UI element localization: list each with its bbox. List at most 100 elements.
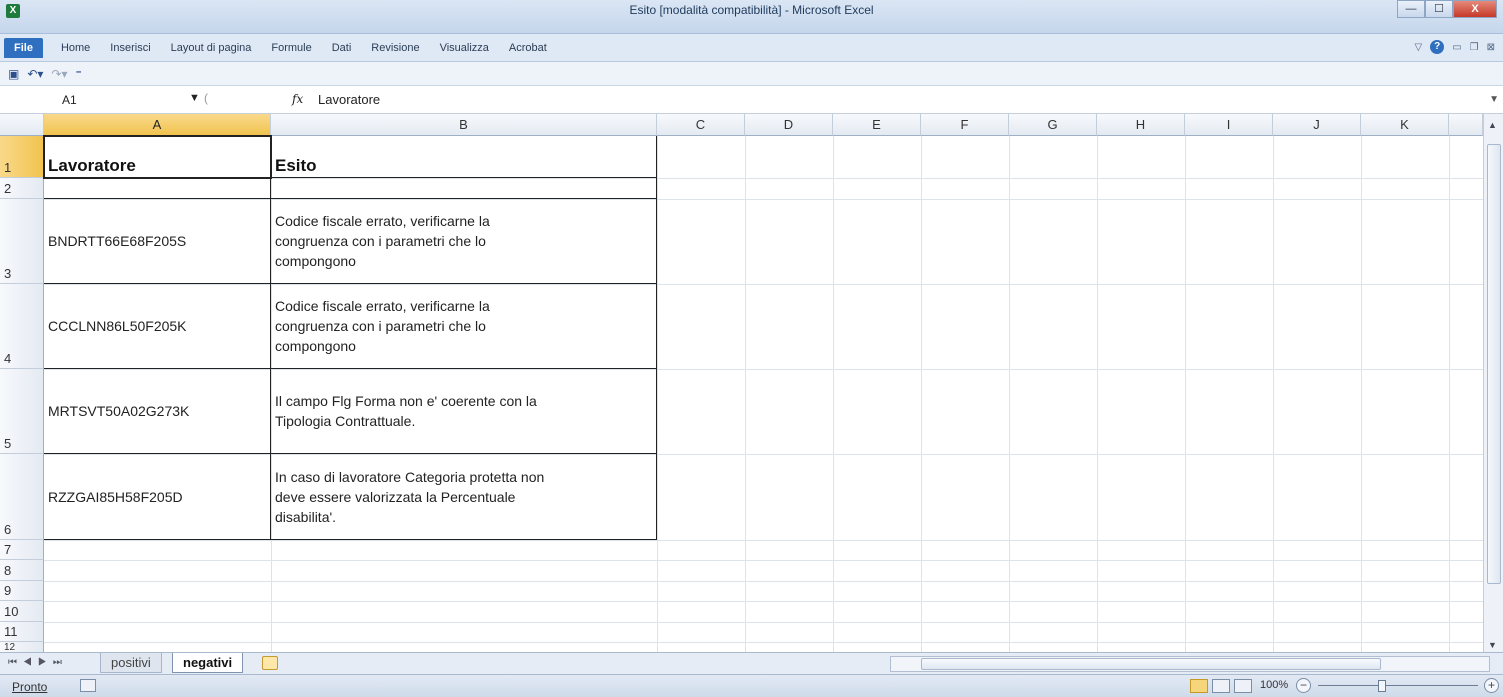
maximize-button[interactable]: ☐ [1425, 0, 1453, 18]
row-header-7[interactable]: 7 [0, 540, 44, 560]
divider-icon: ( [204, 91, 208, 105]
macro-record-icon[interactable] [80, 679, 96, 692]
quick-access-toolbar: ▣ ↶▾ ↷▾ ⁼ [0, 62, 1503, 86]
customize-icon[interactable]: ⁼ [76, 67, 82, 81]
cell-a2[interactable] [44, 178, 271, 199]
scrollbar-thumb[interactable] [1487, 144, 1501, 584]
row-header-4[interactable]: 4 [0, 284, 44, 369]
tab-acrobat[interactable]: Acrobat [499, 42, 557, 54]
tab-home[interactable]: Home [51, 42, 100, 54]
tab-dati[interactable]: Dati [322, 42, 362, 54]
zoom-out-icon[interactable]: − [1296, 678, 1311, 693]
insert-sheet-icon[interactable] [262, 656, 278, 670]
select-all-button[interactable] [0, 114, 44, 136]
column-header-k[interactable]: K [1361, 114, 1449, 136]
help-icon[interactable]: ? [1430, 40, 1445, 54]
cell-b2[interactable] [271, 178, 657, 199]
cell-outcome-message[interactable]: Codice fiscale errato, verificarne la co… [271, 199, 657, 284]
row-header-5[interactable]: 5 [0, 369, 44, 454]
row-header-3[interactable]: 3 [0, 199, 44, 284]
zoom-slider-track[interactable] [1318, 685, 1478, 686]
tab-inserisci[interactable]: Inserisci [100, 42, 160, 54]
tab-formule[interactable]: Formule [261, 42, 321, 54]
cell-worker-id[interactable]: MRTSVT50A02G273K [44, 369, 271, 454]
row-header-8[interactable]: 8 [0, 560, 44, 581]
cell-worker-id[interactable]: CCCLNN86L50F205K [44, 284, 271, 369]
column-header-d[interactable]: D [745, 114, 833, 136]
tab-file[interactable]: File [4, 37, 43, 58]
close-button[interactable]: X [1453, 0, 1497, 18]
cell-worker-id[interactable]: RZZGAI85H58F205D [44, 454, 271, 540]
column-header-e[interactable]: E [833, 114, 921, 136]
column-header-i[interactable]: I [1185, 114, 1273, 136]
cell-outcome-message[interactable]: Codice fiscale errato, verificarne la co… [271, 284, 657, 369]
cell-b1-header[interactable]: Esito [271, 136, 657, 178]
row-header-12[interactable]: 12 [0, 642, 44, 652]
gridline [1185, 136, 1186, 652]
column-header-a[interactable]: A [44, 114, 271, 136]
row-header-11[interactable]: 11 [0, 622, 44, 642]
gridline [1361, 136, 1362, 652]
vertical-scrollbar[interactable]: ▲ ▼ [1483, 114, 1503, 652]
gridline [44, 601, 1483, 602]
column-header-h[interactable]: H [1097, 114, 1185, 136]
gridline [1449, 136, 1450, 652]
sheet-tab-negativi[interactable]: negativi [172, 653, 244, 673]
gridline [833, 136, 834, 652]
row-header-10[interactable]: 10 [0, 601, 44, 622]
name-box[interactable]: A1 ▼ ( [44, 91, 214, 109]
sheet-tab-bar: ⏮◀▶⏭ positivi negativi [0, 652, 1503, 674]
tab-revisione[interactable]: Revisione [361, 42, 429, 54]
status-ready: Pronto [12, 680, 48, 694]
gridline [745, 136, 746, 652]
chevron-down-icon[interactable]: ▼ [189, 92, 200, 104]
row-header-6[interactable]: 6 [0, 454, 44, 540]
function-icon[interactable]: fx [292, 92, 303, 106]
horizontal-scrollbar[interactable] [890, 656, 1490, 672]
redo-icon[interactable]: ↷▾ [51, 67, 67, 81]
save-icon[interactable]: ▣ [8, 67, 19, 81]
worksheet-grid[interactable]: A B C D E F G H I J K 1 2 3 4 5 6 7 8 9 … [0, 114, 1503, 652]
column-header-c[interactable]: C [657, 114, 745, 136]
expand-formula-bar-icon[interactable]: ▼ [1489, 94, 1499, 105]
sheet-navigation-icons[interactable]: ⏮◀▶⏭ [8, 657, 68, 668]
window-controls: — ☐ X [1397, 0, 1497, 20]
column-header-j[interactable]: J [1273, 114, 1361, 136]
column-header-b[interactable]: B [271, 114, 657, 136]
formula-input[interactable]: Lavoratore [318, 92, 380, 107]
row-header-1[interactable]: 1 [0, 136, 44, 178]
zoom-slider-thumb[interactable] [1378, 680, 1386, 692]
gridline [921, 136, 922, 652]
tab-layout-di-pagina[interactable]: Layout di pagina [161, 42, 262, 54]
cell-outcome-message[interactable]: In caso di lavoratore Categoria protetta… [271, 454, 657, 540]
workbook-close-icon[interactable]: ⊠ [1487, 42, 1495, 53]
scroll-up-icon[interactable]: ▲ [1488, 120, 1497, 130]
zoom-in-icon[interactable]: + [1484, 678, 1499, 693]
zoom-level[interactable]: 100% [1260, 679, 1288, 691]
sheet-tab-positivi[interactable]: positivi [100, 653, 162, 673]
normal-view-icon[interactable] [1190, 679, 1208, 693]
cell-worker-id[interactable]: BNDRTT66E68F205S [44, 199, 271, 284]
scroll-down-icon[interactable]: ▼ [1488, 640, 1497, 650]
workbook-minimize-icon[interactable]: ▭ [1452, 42, 1461, 53]
column-header-partial[interactable] [1449, 114, 1483, 136]
minimize-button[interactable]: — [1397, 0, 1425, 18]
row-header-2[interactable]: 2 [0, 178, 44, 199]
workbook-restore-icon[interactable]: ❐ [1470, 42, 1479, 53]
gridline [1009, 136, 1010, 652]
horizontal-scrollbar-thumb[interactable] [921, 658, 1381, 670]
page-layout-view-icon[interactable] [1212, 679, 1230, 693]
gridline [657, 136, 658, 652]
row-header-9[interactable]: 9 [0, 581, 44, 601]
minimize-ribbon-icon[interactable]: ▽ [1414, 42, 1422, 53]
ribbon-right-controls: ▽ ? ▭ ❐ ⊠ [1414, 40, 1495, 54]
gridline [44, 622, 1483, 623]
tab-visualizza[interactable]: Visualizza [430, 42, 499, 54]
undo-icon[interactable]: ↶▾ [27, 67, 43, 81]
page-break-view-icon[interactable] [1234, 679, 1252, 693]
column-header-g[interactable]: G [1009, 114, 1097, 136]
status-bar: Pronto 100% − + [0, 674, 1503, 697]
formula-bar: A1 ▼ ( fx Lavoratore ▼ [0, 86, 1503, 114]
column-header-f[interactable]: F [921, 114, 1009, 136]
cell-outcome-message[interactable]: Il campo Flg Forma non e' coerente con l… [271, 369, 657, 454]
